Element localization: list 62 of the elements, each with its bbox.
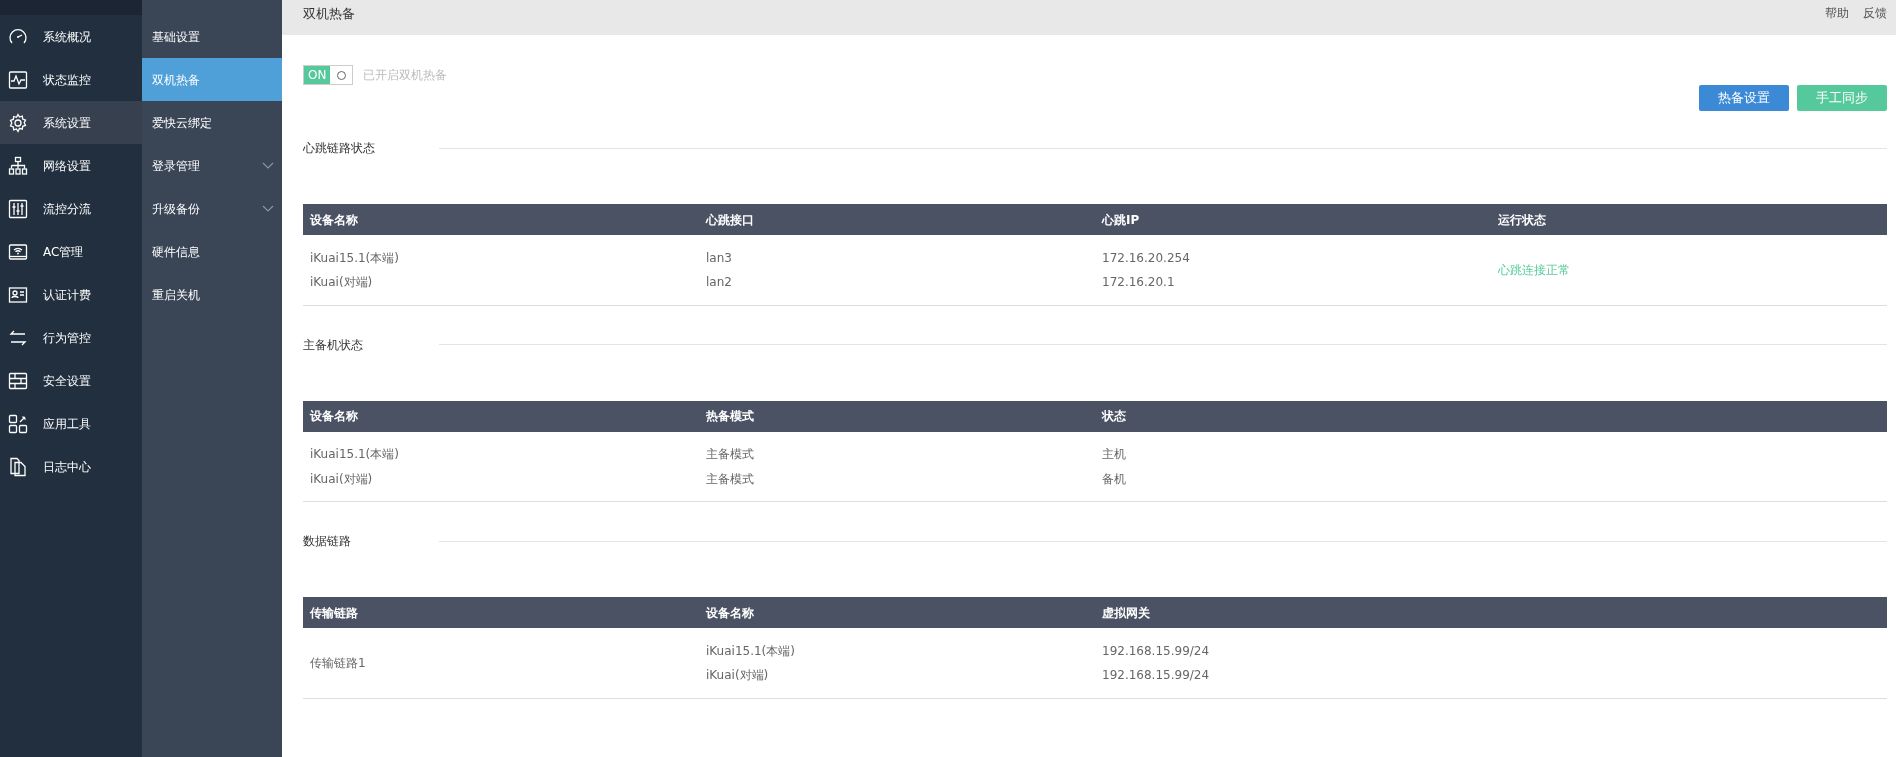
table-cell: 备机	[1102, 471, 1126, 486]
page-title: 双机热备	[303, 5, 355, 23]
submenu-item[interactable]: 爱快云绑定	[142, 101, 282, 144]
column-header: 设备名称	[699, 597, 1095, 628]
submenu-item[interactable]: 升级备份	[142, 187, 282, 230]
table-cell: 主机	[1102, 447, 1126, 461]
sidebar-item[interactable]: 系统设置	[0, 101, 142, 144]
table-cell: lan3	[706, 250, 732, 265]
column-header: 传输链路	[303, 597, 699, 628]
sidebar-item[interactable]: 日志中心	[0, 445, 142, 488]
table-cell: iKuai15.1(本端)	[310, 447, 399, 461]
status-text: 心跳连接正常	[1498, 262, 1570, 277]
toggle-caption: 已开启双机热备	[363, 67, 448, 84]
sidebar-item[interactable]: 安全设置	[0, 359, 142, 402]
sidebar-item[interactable]: 应用工具	[0, 402, 142, 445]
column-header: 设备名称	[303, 204, 699, 235]
column-header: 状态	[1095, 400, 1887, 432]
table-cell: lan2	[706, 275, 732, 290]
column-header: 设备名称	[303, 400, 699, 432]
header-link[interactable]: 帮助	[1825, 6, 1849, 20]
table-cell: 192.168.15.99/24	[1102, 643, 1210, 658]
column-header: 运行状态	[1491, 204, 1887, 235]
section-title: 数据链路	[303, 533, 352, 550]
table-cell: iKuai(对端)	[310, 471, 373, 486]
table-cell: iKuai(对端)	[310, 275, 373, 290]
column-header: 虚拟网关	[1095, 597, 1887, 628]
apps-icon	[8, 413, 28, 434]
table-cell: 传输链路1	[310, 655, 366, 670]
sidebar-item[interactable]: AC管理	[0, 230, 142, 273]
table-cell: iKuai15.1(本端)	[706, 643, 795, 658]
submenu-item[interactable]: 登录管理	[142, 144, 282, 187]
sidebar-item[interactable]: 状态监控	[0, 58, 142, 101]
submenu-item[interactable]: 重启关机	[142, 273, 282, 316]
pulse-icon	[8, 69, 28, 90]
settings-icon	[8, 112, 28, 133]
column-header: 心跳接口	[699, 204, 1095, 235]
sidebar-item[interactable]: 系统概况	[0, 15, 142, 58]
action-button[interactable]: 热备设置	[1699, 85, 1789, 111]
table-cell: 主备模式	[706, 471, 754, 486]
firewall-icon	[8, 370, 28, 391]
table-cell: 192.168.15.99/24	[1102, 668, 1210, 683]
table-cell: 172.16.20.254	[1102, 250, 1190, 265]
network-icon	[8, 155, 28, 176]
sidebar-item[interactable]: 流控分流	[0, 187, 142, 230]
header-link[interactable]: 反馈	[1863, 6, 1887, 20]
sidebar-item[interactable]: 行为管控	[0, 316, 142, 359]
sidebar-item[interactable]: 认证计费	[0, 273, 142, 316]
submenu-item[interactable]: 基础设置	[142, 15, 282, 58]
id-card-icon	[8, 284, 28, 305]
table-cell: 172.16.20.1	[1102, 275, 1175, 290]
document-icon	[8, 456, 28, 477]
submenu-item[interactable]: 硬件信息	[142, 230, 282, 273]
column-header: 心跳IP	[1095, 204, 1491, 235]
table-cell: iKuai15.1(本端)	[310, 250, 399, 265]
sliders-icon	[8, 198, 28, 219]
table-cell: iKuai(对端)	[706, 668, 769, 683]
section-title: 心跳链路状态	[303, 140, 376, 157]
section-title: 主备机状态	[303, 336, 364, 354]
table-cell: 主备模式	[706, 447, 754, 461]
wifi-icon	[8, 241, 28, 262]
sidebar-item[interactable]: 网络设置	[0, 144, 142, 187]
column-header: 热备模式	[699, 400, 1095, 432]
